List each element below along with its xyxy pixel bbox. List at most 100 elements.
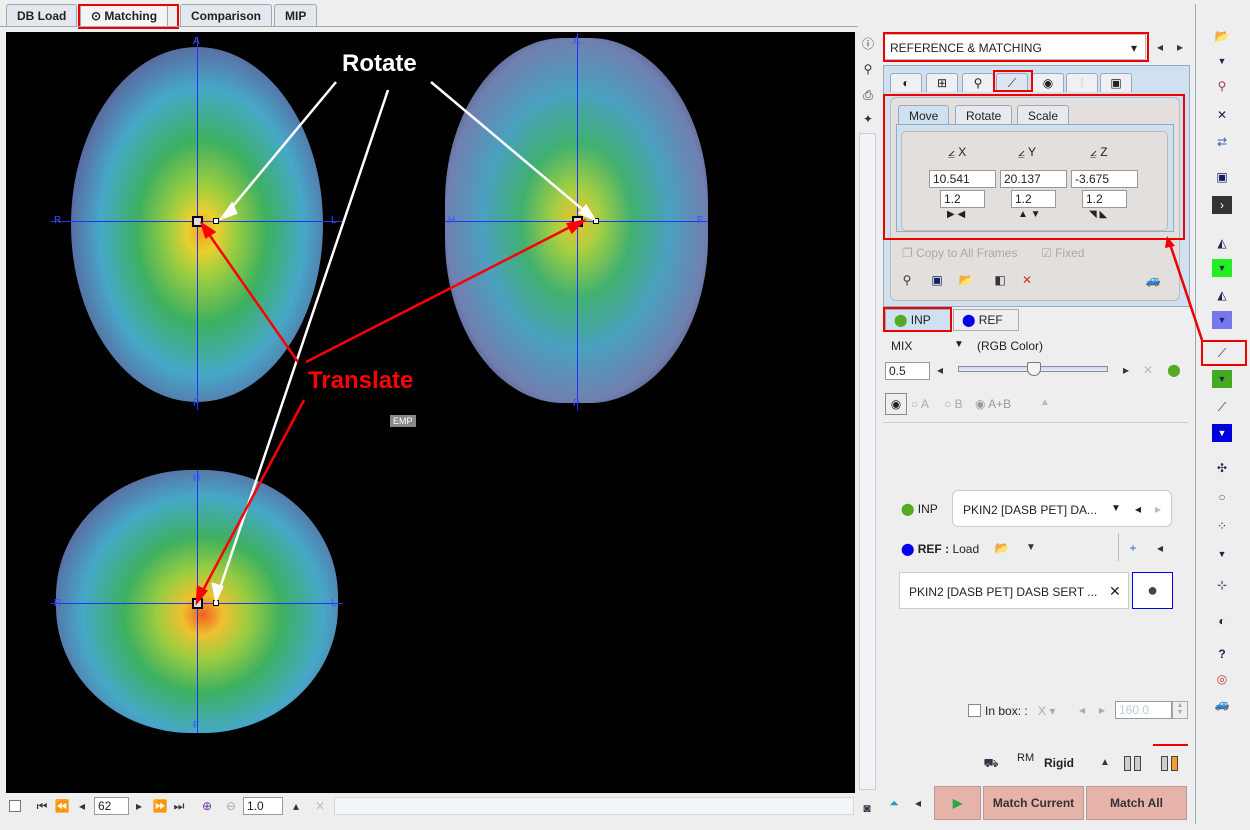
- first-slice-icon[interactable]: ⏮: [34, 798, 50, 814]
- zoom-input[interactable]: 1.0: [243, 797, 283, 815]
- prev-mode-icon[interactable]: ◂: [1152, 39, 1168, 55]
- sync-checkbox[interactable]: [9, 800, 21, 812]
- prev-slice-icon[interactable]: ◂: [74, 798, 90, 814]
- chevron-down-icon[interactable]: ▼: [1212, 545, 1232, 563]
- close-all-icon[interactable]: ✕: [1212, 106, 1232, 124]
- x-value-input[interactable]: 10.541: [929, 170, 996, 188]
- in-box-value-input[interactable]: 160.0: [1115, 701, 1172, 719]
- open-folder-icon[interactable]: 📂: [958, 272, 974, 288]
- rigid-select[interactable]: Rigid: [1044, 756, 1074, 770]
- spinner[interactable]: ▲ ▼: [1172, 701, 1188, 719]
- tab-mip[interactable]: MIP: [274, 4, 318, 26]
- z-step-input[interactable]: 1.2: [1082, 190, 1127, 208]
- matching-icon[interactable]: ⟋: [1212, 344, 1232, 362]
- pin-icon[interactable]: ⚲: [1212, 77, 1232, 95]
- fusion-icon[interactable]: ◉: [885, 393, 907, 415]
- zoom-in-icon[interactable]: ⊕: [199, 798, 215, 814]
- tool-tab-matching[interactable]: ⟋: [996, 73, 1028, 92]
- next-icon[interactable]: ▸: [1094, 702, 1110, 718]
- purple-dropdown-icon[interactable]: ▼: [1212, 311, 1232, 329]
- tab-ref[interactable]: ⬤ REF: [953, 309, 1019, 331]
- y-step-input[interactable]: 1.2: [1011, 190, 1056, 208]
- blue-dropdown-icon[interactable]: ▼: [1212, 424, 1232, 442]
- reset-transform-icon[interactable]: ◧: [992, 272, 1008, 288]
- chevron-down-icon[interactable]: ▼: [1212, 52, 1232, 70]
- radio-b[interactable]: ○ B: [944, 397, 963, 411]
- y-move-buttons[interactable]: ▲ ▼: [1018, 209, 1041, 220]
- reset-icon[interactable]: ✕: [1140, 362, 1156, 378]
- tab-inp[interactable]: ⬤ INP: [885, 309, 951, 331]
- grid-icon[interactable]: ⊹: [1212, 576, 1232, 594]
- inp-series-select[interactable]: PKIN2 [DASB PET] DA... ▼ ◂ ▸: [952, 490, 1172, 527]
- collapse-icon[interactable]: ▲: [1040, 397, 1050, 408]
- next-mode-icon[interactable]: ▸: [1172, 39, 1188, 55]
- prev-icon[interactable]: ◂: [1152, 540, 1168, 556]
- print-icon[interactable]: ⎙: [860, 87, 876, 103]
- rm-icon[interactable]: RM: [1017, 752, 1034, 764]
- contrast-icon[interactable]: ◐: [1212, 612, 1232, 630]
- match-current-button[interactable]: Match Current: [983, 786, 1084, 820]
- in-box-axis-select[interactable]: X ▾: [1038, 704, 1055, 718]
- x-step-input[interactable]: 1.2: [940, 190, 985, 208]
- tab-rotate[interactable]: Rotate: [955, 105, 1013, 125]
- play-button[interactable]: ▶: [934, 786, 981, 820]
- chevron-down-icon[interactable]: ▼: [1023, 540, 1039, 556]
- y-value-input[interactable]: 20.137: [1000, 170, 1067, 188]
- ref-series-field[interactable]: PKIN2 [DASB PET] DASB SERT ... ✕: [899, 572, 1129, 609]
- circle-icon[interactable]: ○: [1212, 488, 1232, 506]
- open-folder-icon[interactable]: 📂: [1212, 27, 1232, 45]
- auto-match-icon[interactable]: 🚙: [1140, 272, 1166, 288]
- crosshair-icon[interactable]: ✦: [860, 111, 876, 127]
- expand-icon[interactable]: ⏶: [886, 795, 902, 811]
- tool-tab-save[interactable]: ▣: [1100, 73, 1132, 92]
- target-icon[interactable]: ◎: [1212, 670, 1232, 688]
- mix-value-input[interactable]: 0.5: [885, 362, 930, 380]
- zoom-out-icon[interactable]: ⊖: [223, 798, 239, 814]
- mode-select[interactable]: REFERENCE & MATCHING ▾: [884, 34, 1146, 60]
- reset-icon[interactable]: ✕: [312, 798, 328, 814]
- tab-move[interactable]: Move: [898, 105, 950, 125]
- triangle-icon[interactable]: ◭: [1212, 286, 1232, 304]
- camera-icon[interactable]: ◙: [859, 800, 875, 816]
- chevron-down-icon[interactable]: ▼: [954, 339, 964, 350]
- x-move-buttons[interactable]: ▶ ◀: [947, 209, 965, 220]
- match-all-button[interactable]: Match All: [1086, 786, 1187, 820]
- vertical-scrollbar[interactable]: [859, 133, 876, 790]
- radio-ab[interactable]: ◉ A+B: [975, 397, 1011, 411]
- slice-input[interactable]: 62: [94, 797, 129, 815]
- fast-back-icon[interactable]: ⏪: [54, 798, 70, 814]
- brain-icon[interactable]: ●: [1132, 572, 1173, 609]
- save-icon[interactable]: ▣: [929, 272, 945, 288]
- swap-icon[interactable]: ⇄: [1212, 133, 1232, 151]
- add-icon[interactable]: +: [1125, 540, 1141, 556]
- auto-match-icon[interactable]: 🚙: [1209, 695, 1235, 713]
- copy-all-frames-button[interactable]: ❐ Copy to All Frames: [902, 246, 1017, 260]
- prev-icon[interactable]: ◂: [910, 795, 926, 811]
- tab-scale[interactable]: Scale: [1017, 105, 1070, 125]
- tool-tab-fusion[interactable]: ◉: [1032, 73, 1064, 92]
- scatter-icon[interactable]: ⁘: [1212, 517, 1232, 535]
- up-icon[interactable]: ▴: [288, 798, 304, 814]
- increase-icon[interactable]: ▸: [1118, 362, 1134, 378]
- add-point-icon[interactable]: ✣: [1212, 459, 1232, 477]
- tab-comparison[interactable]: Comparison: [180, 4, 273, 26]
- clear-icon[interactable]: ✕: [1019, 272, 1035, 288]
- prev-icon[interactable]: ◂: [1074, 702, 1090, 718]
- last-slice-icon[interactable]: ⏭: [171, 798, 187, 814]
- mix-slider[interactable]: [958, 362, 1108, 376]
- pin-icon[interactable]: ⚲: [899, 272, 915, 288]
- close-icon[interactable]: ✕: [1109, 583, 1121, 600]
- layout-gray-icon[interactable]: [1134, 756, 1141, 771]
- fast-forward-icon[interactable]: ⏩: [152, 798, 168, 814]
- tool-tab-probe[interactable]: ⁞: [1066, 73, 1098, 92]
- green-dropdown-icon[interactable]: ▼: [1212, 259, 1232, 277]
- z-move-buttons[interactable]: ◥ ◣: [1089, 209, 1107, 220]
- tool-tab-contrast[interactable]: ◐: [890, 73, 922, 92]
- pin-icon[interactable]: ⚲: [860, 61, 876, 77]
- image-viewer[interactable]: A P R L A P H F H F R L EMP Rotate Trans…: [6, 32, 855, 793]
- bed-icon[interactable]: ⛟: [980, 755, 1002, 771]
- save-icon[interactable]: ▣: [1212, 168, 1232, 186]
- slider-thumb[interactable]: [1027, 362, 1041, 376]
- matching-icon[interactable]: ⟋: [1212, 398, 1232, 416]
- layout-orange-icon[interactable]: [1171, 756, 1178, 771]
